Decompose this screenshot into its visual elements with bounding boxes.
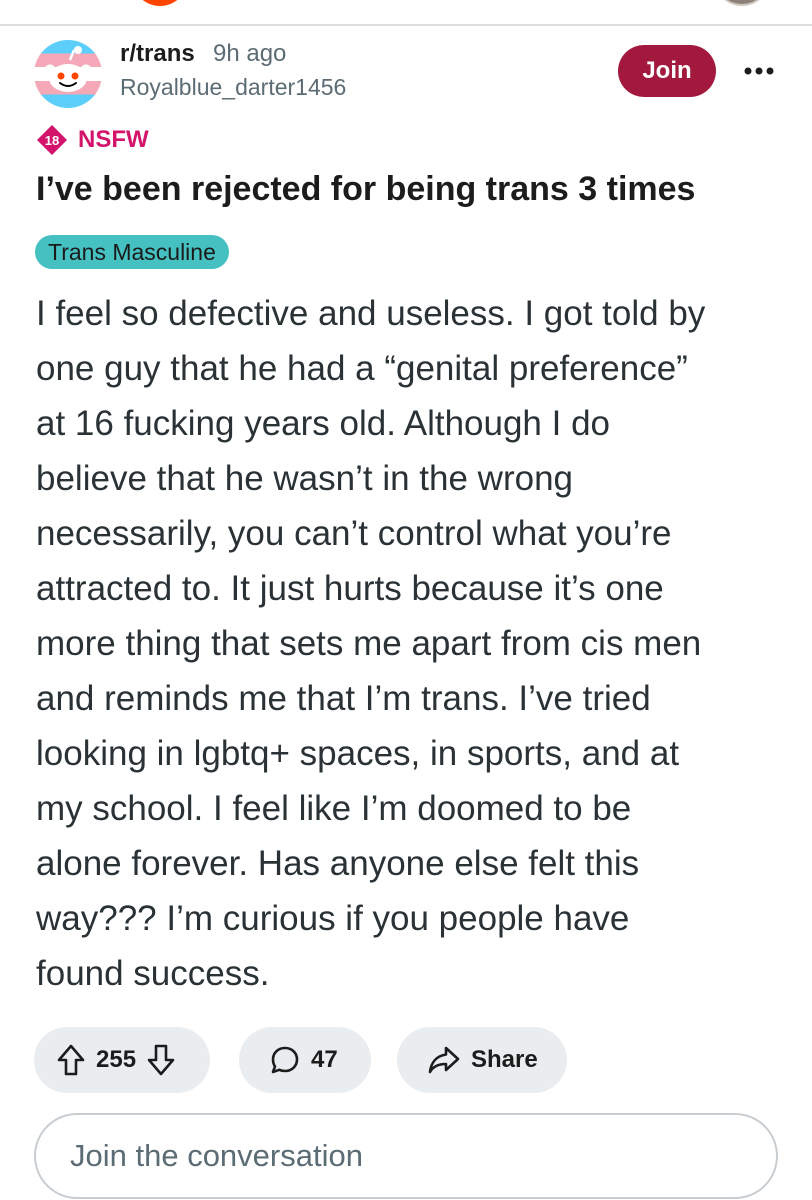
- snoo-icon: [44, 46, 92, 92]
- vote-bar: 255: [34, 1027, 210, 1093]
- comment-bubble-icon: [271, 1046, 299, 1074]
- user-avatar[interactable]: [716, 0, 768, 6]
- subreddit-avatar[interactable]: [34, 40, 102, 108]
- join-button[interactable]: Join: [618, 45, 716, 97]
- post-body-line: way??? I’m curious if you people have: [36, 899, 630, 938]
- nsfw-label: NSFW: [78, 126, 149, 153]
- post-body-line: at 16 fucking years old. Although I do: [36, 404, 610, 443]
- post-body-line: my school. I feel like I’m doomed to be: [36, 789, 632, 828]
- post-body-line: alone forever. Has anyone else felt this: [36, 844, 640, 883]
- comment-input[interactable]: Join the conversation: [34, 1113, 778, 1199]
- downvote-icon[interactable]: [146, 1043, 176, 1077]
- post-screen: r/trans 9h ago Royalblue_darter1456 Join…: [0, 0, 812, 1200]
- upvote-icon[interactable]: [56, 1043, 86, 1077]
- share-label: Share: [471, 1046, 538, 1073]
- post-body-line: more thing that sets me apart from cis m…: [36, 624, 702, 663]
- post-body-line: looking in lgbtq+ spaces, in sports, and…: [36, 734, 680, 773]
- nsfw-tag: 18 NSFW: [36, 124, 149, 156]
- reddit-logo: [132, 0, 188, 6]
- share-button[interactable]: Share: [397, 1027, 567, 1093]
- comment-count: 47: [311, 1046, 338, 1073]
- subreddit-name[interactable]: r/trans: [120, 40, 195, 68]
- post-timestamp: 9h ago: [213, 40, 287, 67]
- upvote-count: 255: [96, 1046, 137, 1073]
- nsfw-badge-text: 18: [45, 133, 59, 148]
- post-body-line: believe that he wasn’t in the wrong: [36, 459, 573, 498]
- comments-button[interactable]: 47: [239, 1027, 371, 1093]
- post-title[interactable]: I’ve been rejected for being trans 3 tim…: [36, 170, 796, 209]
- more-options-button[interactable]: [735, 58, 783, 84]
- post-body: I feel so defective and useless. I got t…: [36, 286, 796, 1001]
- author-username[interactable]: Royalblue_darter1456: [120, 74, 346, 101]
- post-body-line: attracted to. It just hurts because it’s…: [36, 569, 664, 608]
- post-body-line: found success.: [36, 954, 270, 993]
- post-flair[interactable]: Trans Masculine: [35, 235, 229, 269]
- post-body-line: and reminds me that I’m trans. I’ve trie…: [36, 679, 651, 718]
- comment-input-placeholder: Join the conversation: [70, 1138, 363, 1173]
- top-bar-remnant: [0, 0, 812, 26]
- post-body-line: necessarily, you can’t control what you’…: [36, 514, 672, 553]
- post-body-line: I feel so defective and useless. I got t…: [36, 294, 706, 333]
- more-dots-icon: [744, 67, 774, 75]
- post-body-line: one guy that he had a “genital preferenc…: [36, 349, 688, 388]
- share-arrow-icon: [428, 1046, 460, 1074]
- nsfw-18-icon: 18: [37, 125, 67, 155]
